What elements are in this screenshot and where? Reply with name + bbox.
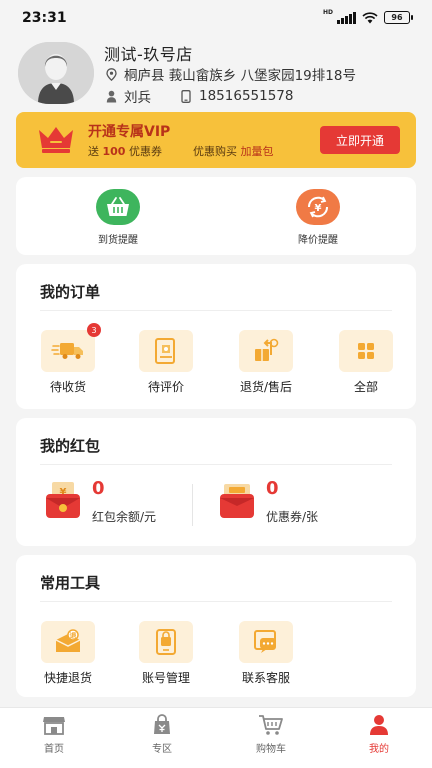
tool-quick-return[interactable]: 退 快捷退货 (28, 621, 108, 686)
location-pin-icon (104, 67, 118, 81)
vip-gift-count: 100 (102, 145, 126, 158)
vip-purchase-pack: 加量包 (240, 145, 274, 158)
price-drop-reminder[interactable]: ¥ 降价提醒 (278, 189, 358, 246)
orders-title: 我的订单 (40, 283, 101, 301)
status-icons: HD 96 (322, 9, 413, 24)
open-vip-button[interactable]: 立即开通 (320, 126, 400, 154)
review-icon (139, 330, 193, 372)
tab-label: 我的 (369, 744, 389, 755)
reminders-card: 到货提醒 ¥ 降价提醒 (16, 177, 416, 255)
order-label: 退货/售后 (239, 380, 293, 394)
network-type: HD (322, 9, 333, 16)
order-all[interactable]: 全部 (326, 330, 406, 395)
tab-label: 专区 (152, 744, 172, 755)
avatar[interactable] (18, 42, 94, 104)
coupon-amount: 0 (266, 478, 279, 499)
bottom-tab-bar: 首页 专区 购物车 我的 (0, 707, 432, 768)
phone-number: 18516551578 (199, 88, 294, 104)
status-bar: 23:31 HD 96 (0, 0, 432, 36)
tab-cart[interactable]: 购物车 (236, 714, 306, 755)
vip-title: 开通专属VIP (88, 124, 171, 140)
red-packets-title: 我的红包 (40, 437, 101, 455)
vip-subtitle: 送 100 优惠券 优惠购买 加量包 (88, 143, 273, 159)
vip-purchase-text: 优惠购买 (192, 145, 237, 158)
return-icon (239, 330, 293, 372)
order-pending-receipt[interactable]: 3 待收货 (28, 323, 108, 395)
address-line: 桐庐县 莪山畲族乡 八堡家园19排18号 (104, 64, 356, 84)
order-returns[interactable]: 退货/售后 (226, 330, 306, 395)
tab-label: 首页 (44, 744, 64, 755)
tool-label: 联系客服 (241, 671, 290, 685)
orders-card: 我的订单 3 待收货 待评价 退货/售后 全部 (16, 264, 416, 409)
red-packet-balance[interactable]: ¥ 0 红包余额/元 (42, 478, 192, 526)
store-icon (19, 714, 89, 736)
red-envelope-icon: ¥ (46, 482, 80, 518)
svg-text:¥: ¥ (315, 203, 322, 214)
tools-card: 常用工具 退 快捷退货 账号管理 联系客服 (16, 555, 416, 697)
wifi-icon (362, 11, 378, 23)
vip-gift-suffix: 优惠券 (128, 145, 162, 158)
order-pending-review[interactable]: 待评价 (126, 330, 206, 395)
customer-service-icon (239, 621, 293, 663)
cart-icon (236, 714, 306, 736)
store-name: 测试-玖号店 (104, 45, 193, 64)
red-packets-card: 我的红包 ¥ 0 红包余额/元 0 优惠券/张 (16, 418, 416, 546)
avatar-placeholder-icon (18, 42, 94, 104)
balance-label: 红包余额/元 (92, 510, 157, 524)
tools-title: 常用工具 (40, 574, 101, 592)
delivery-truck-icon: 3 (41, 323, 101, 372)
order-label: 全部 (353, 380, 378, 394)
svg-text:退: 退 (70, 631, 77, 640)
quick-return-icon: 退 (41, 621, 95, 663)
order-badge: 3 (87, 323, 101, 337)
person-icon (104, 89, 118, 103)
tab-label: 购物车 (256, 744, 286, 755)
crown-icon (39, 127, 73, 153)
balance-amount: 0 (92, 478, 105, 499)
contact-line: 刘兵 18516551578 (104, 86, 293, 106)
mobile-phone-icon (179, 89, 193, 103)
arrival-reminder-label: 到货提醒 (98, 235, 138, 246)
divider (40, 601, 392, 602)
vip-banner[interactable]: 开通专属VIP 送 100 优惠券 优惠购买 加量包 立即开通 (16, 112, 416, 168)
person-icon (344, 714, 414, 736)
basket-icon (96, 189, 140, 225)
phone-group: 18516551578 (179, 88, 293, 104)
order-label: 待评价 (147, 380, 184, 394)
coupon-envelope-icon (220, 484, 254, 518)
grid-icon (339, 330, 393, 372)
contact-name: 刘兵 (124, 90, 151, 106)
status-time: 23:31 (22, 10, 67, 26)
tool-customer-service[interactable]: 联系客服 (226, 621, 306, 686)
tool-label: 快捷退货 (43, 671, 92, 685)
coupon-count[interactable]: 0 优惠券/张 (216, 478, 386, 526)
price-drop-icon: ¥ (296, 189, 340, 225)
divider (40, 310, 392, 311)
vertical-divider (192, 484, 193, 526)
tab-mine[interactable]: 我的 (344, 714, 414, 755)
tool-account[interactable]: 账号管理 (126, 621, 206, 686)
account-icon (139, 621, 193, 663)
tab-zone[interactable]: 专区 (127, 714, 197, 755)
arrival-reminder[interactable]: 到货提醒 (78, 189, 158, 246)
divider (40, 464, 392, 465)
vip-gift-prefix: 送 (88, 145, 99, 158)
signal-icon (337, 11, 356, 24)
address-text: 桐庐县 莪山畲族乡 八堡家园19排18号 (124, 68, 356, 84)
price-drop-reminder-label: 降价提醒 (298, 235, 338, 246)
battery-icon: 96 (384, 11, 413, 24)
tab-home[interactable]: 首页 (19, 714, 89, 755)
coupon-label: 优惠券/张 (266, 510, 319, 524)
bag-icon (127, 714, 197, 736)
tool-label: 账号管理 (141, 671, 190, 685)
order-label: 待收货 (49, 380, 86, 394)
